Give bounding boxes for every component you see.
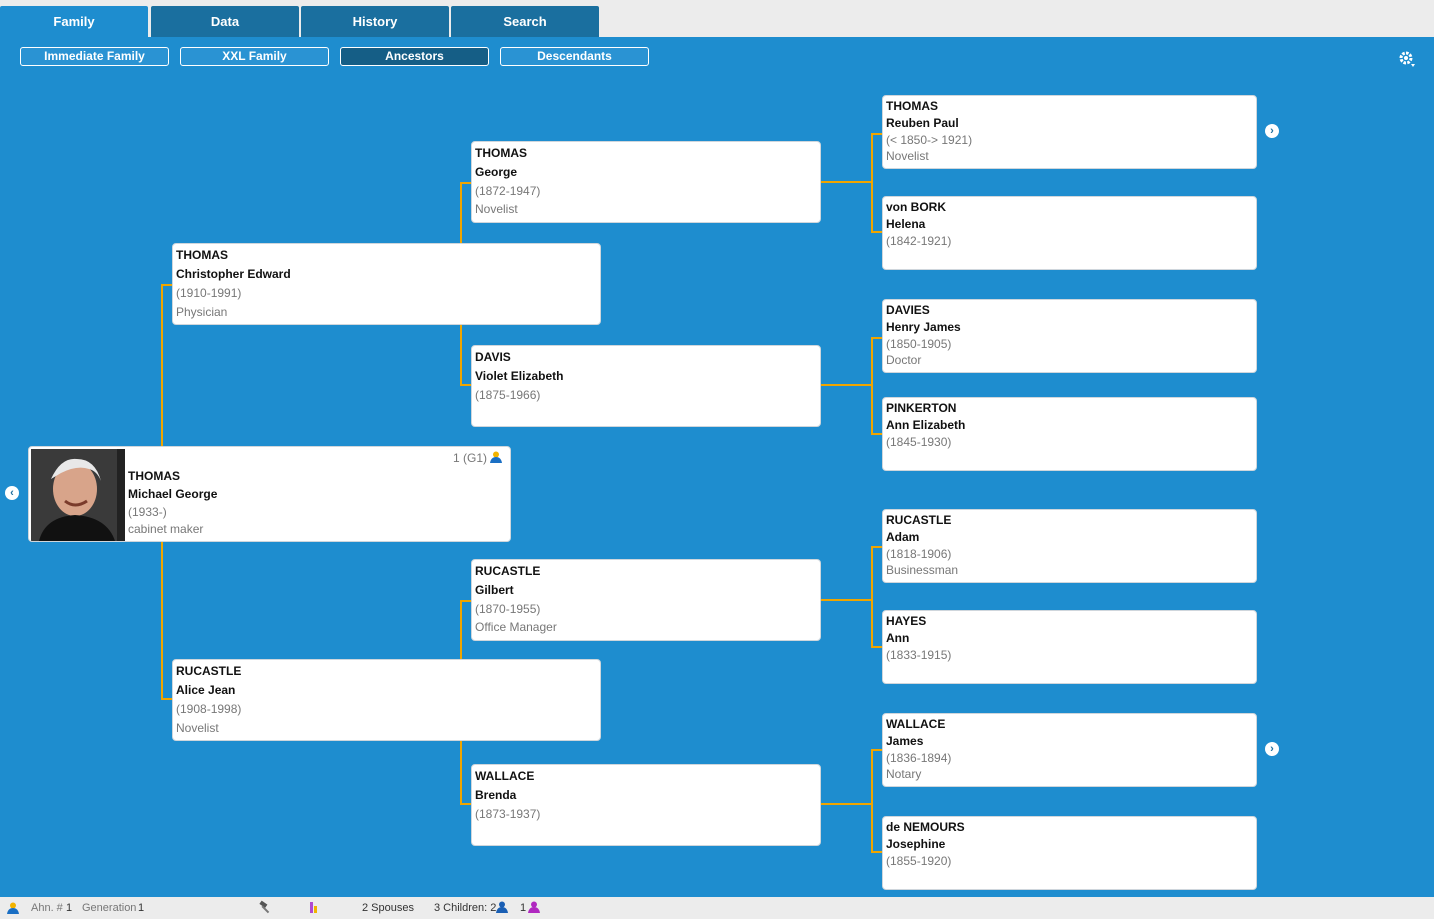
person-occupation: Businessman <box>886 563 959 577</box>
person-given-name: Alice Jean <box>176 683 236 697</box>
father-card[interactable]: THOMAS Christopher Edward (1910-1991) Ph… <box>172 243 601 325</box>
ancestor-card[interactable]: de NEMOURS Josephine (1855-1920) <box>882 816 1257 890</box>
chart-icon[interactable] <box>309 900 323 914</box>
person-surname: von BORK <box>886 200 946 214</box>
ancestor-card[interactable]: RUCASTLE Adam (1818-1906) Businessman <box>882 509 1257 583</box>
person-icon <box>490 451 502 463</box>
person-dates: (1910-1991) <box>176 286 242 300</box>
root-dates: (1933-) <box>128 505 167 519</box>
status-bar: Ahn. # 1 Generation 1 2 Spouses 3 Childr… <box>0 897 1434 919</box>
person-surname: RUCASTLE <box>475 564 541 578</box>
person-given-name: Josephine <box>886 837 946 851</box>
navigate-right-icon[interactable]: › <box>1265 742 1279 756</box>
person-occupation: Physician <box>176 305 228 319</box>
person-dates: (1818-1906) <box>886 547 952 561</box>
person-given-name: Ann <box>886 631 910 645</box>
person-dates: (1850-1905) <box>886 337 952 351</box>
person-occupation: Novelist <box>176 721 219 735</box>
person-occupation: Novelist <box>886 149 929 163</box>
person-occupation: Doctor <box>886 353 922 367</box>
person-surname: DAVIES <box>886 303 930 317</box>
mother-card[interactable]: RUCASTLE Alice Jean (1908-1998) Novelist <box>172 659 601 741</box>
hammer-icon[interactable] <box>258 900 272 914</box>
root-person-card[interactable]: THOMAS Michael George (1933-) cabinet ma… <box>28 446 511 542</box>
generation-label: Generation <box>82 902 137 914</box>
person-given-name: George <box>475 165 518 179</box>
person-given-name: Brenda <box>475 788 517 802</box>
person-dates: (1908-1998) <box>176 702 242 716</box>
xxl-family-button[interactable]: XXL Family <box>180 47 329 66</box>
immediate-family-button[interactable]: Immediate Family <box>20 47 169 66</box>
navigate-right-icon[interactable]: › <box>1265 124 1279 138</box>
maternal-grandfather-card[interactable]: RUCASTLE Gilbert (1870-1955) Office Mana… <box>471 559 821 641</box>
person-given-name: Helena <box>886 217 926 231</box>
navigate-left-icon[interactable]: ‹ <box>5 486 19 500</box>
ancestor-card[interactable]: THOMAS Reuben Paul (< 1850-> 1921) Novel… <box>882 95 1257 169</box>
tab-data[interactable]: Data <box>151 6 299 37</box>
maternal-grandmother-card[interactable]: WALLACE Brenda (1873-1937) <box>471 764 821 846</box>
person-surname: WALLACE <box>475 769 535 783</box>
person-photo <box>31 449 125 541</box>
person-given-name: Christopher Edward <box>176 267 291 281</box>
paternal-grandmother-card[interactable]: DAVIS Violet Elizabeth (1875-1966) <box>471 345 821 427</box>
person-surname: WALLACE <box>886 717 946 731</box>
top-tab-bar: Family Data History Search <box>0 0 1434 37</box>
person-dates: (1855-1920) <box>886 854 952 868</box>
ahnentafel-value: 1 <box>66 902 73 914</box>
ancestors-button[interactable]: Ancestors <box>340 47 489 66</box>
person-given-name: Violet Elizabeth <box>475 369 564 383</box>
person-surname: RUCASTLE <box>886 513 952 527</box>
root-occupation: cabinet maker <box>128 522 204 536</box>
person-dates: (1873-1937) <box>475 807 541 821</box>
ancestor-card[interactable]: PINKERTON Ann Elizabeth (1845-1930) <box>882 397 1257 471</box>
person-given-name: James <box>886 734 924 748</box>
ancestor-card[interactable]: DAVIES Henry James (1850-1905) Doctor <box>882 299 1257 373</box>
person-dates: (1836-1894) <box>886 751 952 765</box>
root-given-name: Michael George <box>128 487 218 501</box>
ahnentafel-badge: 1 (G1) <box>453 451 488 465</box>
person-surname: THOMAS <box>475 146 527 160</box>
gear-icon[interactable] <box>1398 50 1416 68</box>
ahnentafel-label: Ahn. # <box>31 902 63 914</box>
ancestor-card[interactable]: WALLACE James (1836-1894) Notary <box>882 713 1257 787</box>
person-given-name: Reuben Paul <box>886 116 959 130</box>
person-given-name: Gilbert <box>475 583 514 597</box>
person-surname: de NEMOURS <box>886 820 965 834</box>
person-surname: THOMAS <box>176 248 228 262</box>
paternal-grandfather-card[interactable]: THOMAS George (1872-1947) Novelist <box>471 141 821 223</box>
children-count: 3 Children: 2 <box>434 902 497 914</box>
tab-search[interactable]: Search <box>451 6 599 37</box>
male-child-icon <box>496 901 508 913</box>
person-given-name: Adam <box>886 530 920 544</box>
female-children-count: 1 <box>520 902 527 914</box>
person-surname: PINKERTON <box>886 401 957 415</box>
person-dates: (< 1850-> 1921) <box>886 133 973 147</box>
person-dates: (1845-1930) <box>886 435 952 449</box>
tab-history[interactable]: History <box>301 6 449 37</box>
person-dates: (1870-1955) <box>475 602 541 616</box>
person-surname: HAYES <box>886 614 927 628</box>
ancestor-card[interactable]: von BORK Helena (1842-1921) <box>882 196 1257 270</box>
person-given-name: Henry James <box>886 320 961 334</box>
person-occupation: Notary <box>886 767 922 781</box>
person-occupation: Office Manager <box>475 620 557 634</box>
person-occupation: Novelist <box>475 202 518 216</box>
generation-value: 1 <box>138 902 145 914</box>
ancestor-card[interactable]: HAYES Ann (1833-1915) <box>882 610 1257 684</box>
tab-family[interactable]: Family <box>0 6 148 37</box>
person-surname: RUCASTLE <box>176 664 242 678</box>
person-surname: THOMAS <box>886 99 938 113</box>
person-given-name: Ann Elizabeth <box>886 418 966 432</box>
person-dates: (1842-1921) <box>886 234 952 248</box>
person-surname: DAVIS <box>475 350 511 364</box>
descendants-button[interactable]: Descendants <box>500 47 649 66</box>
person-icon <box>7 902 19 914</box>
person-dates: (1833-1915) <box>886 648 952 662</box>
female-child-icon <box>528 901 540 913</box>
spouses-count: 2 Spouses <box>362 902 414 914</box>
person-dates: (1875-1966) <box>475 388 541 402</box>
root-surname: THOMAS <box>128 469 180 483</box>
person-dates: (1872-1947) <box>475 184 541 198</box>
